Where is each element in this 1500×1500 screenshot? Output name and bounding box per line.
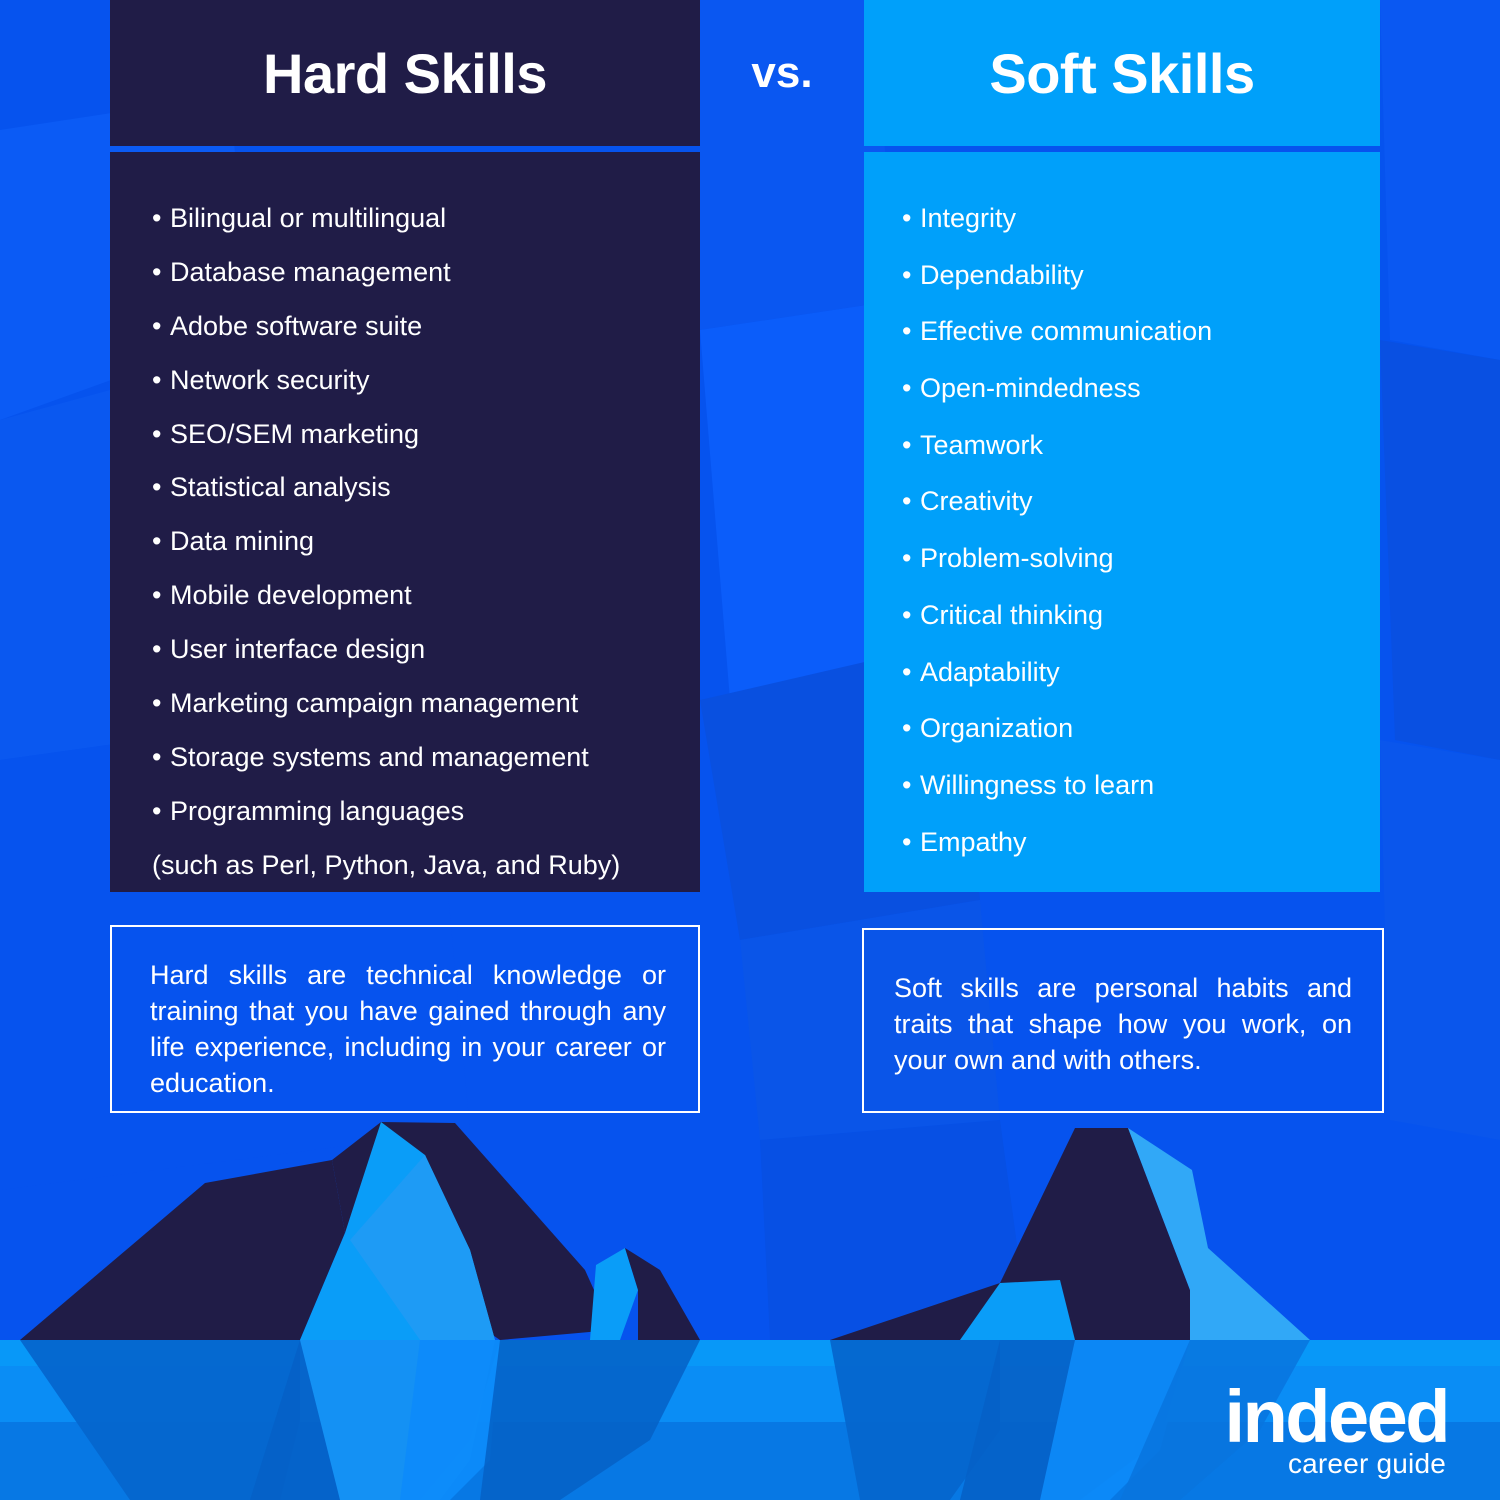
list-item: • Empathy (902, 826, 1212, 858)
soft-skills-list-wrapper: • Integrity • Dependability • Effective commu… (902, 203, 1212, 884)
list-item: • Dependability (902, 259, 1212, 291)
soft-skills-definition-text: Soft skills are personal habits and trai… (894, 973, 1352, 1075)
list-item: • Critical thinking (902, 599, 1212, 631)
indeed-career-guide-logo: indeed career guide (1224, 1374, 1451, 1480)
list-item: • Willingness to learn (902, 769, 1212, 801)
indeed-wordmark: indeed (1224, 1374, 1451, 1458)
bullet-icon: • (902, 769, 912, 800)
list-item-label: Teamwork (920, 429, 1044, 460)
list-item-label: Marketing campaign management (170, 687, 579, 718)
hard-skills-list-wrapper: • Bilingual or multilingual • Database mana… (152, 203, 621, 880)
list-item-label: Storage systems and management (170, 741, 589, 772)
bullet-icon: • (152, 310, 162, 341)
list-item: • Teamwork (902, 429, 1212, 461)
hard-skills-list: • Bilingual or multilingual • Database mana… (152, 203, 620, 827)
hard-skills-panel: • Bilingual or multilingual • Database mana… (110, 152, 700, 892)
bullet-icon: • (152, 364, 162, 395)
bullet-icon: • (902, 543, 912, 574)
hard-skills-definition-box: Hard skills are technical knowledge or t… (110, 925, 700, 1113)
list-item: • SEO/SEM marketing (152, 418, 620, 450)
list-item: • Network security (152, 364, 620, 396)
bullet-icon: • (152, 418, 162, 449)
list-item-label: Dependability (920, 259, 1084, 290)
hard-skills-definition-text: Hard skills are technical knowledge or t… (150, 960, 666, 1098)
bullet-icon: • (902, 599, 912, 630)
list-item-label: Effective communication (920, 316, 1213, 347)
hard-skills-title: Hard Skills (263, 41, 547, 105)
list-item: • Marketing campaign management (152, 687, 620, 719)
soft-skills-panel: • Integrity • Dependability • Effective commu… (864, 152, 1380, 892)
hard-skills-header: Hard Skills (110, 0, 700, 146)
list-item-label: Network security (170, 364, 370, 395)
list-item-label: SEO/SEM marketing (170, 418, 420, 449)
list-item-label: User interface design (170, 634, 426, 664)
list-item-label: Empathy (920, 826, 1027, 857)
list-item-label: Adaptability (920, 656, 1060, 687)
bullet-icon: • (152, 472, 162, 503)
bullet-icon: • (152, 687, 162, 718)
list-item: • Integrity (902, 203, 1212, 234)
list-item: • Effective communication (902, 317, 1212, 347)
bullet-icon: • (902, 373, 912, 404)
list-item: • Adaptability (902, 656, 1212, 688)
bullet-icon: • (902, 429, 912, 460)
infographic-canvas: Hard Skills vs. Soft Skills • Bilingual o… (0, 0, 1500, 1500)
list-item: • Organization (902, 713, 1212, 744)
list-item-label: Organization (920, 713, 1074, 744)
soft-skills-header: Soft Skills (864, 0, 1380, 146)
bullet-icon: • (902, 826, 912, 857)
hard-skills-note: (such as Perl, Python, Java, and Ruby) (152, 849, 621, 880)
list-item: • Data mining (152, 526, 620, 557)
bullet-icon: • (902, 203, 912, 233)
list-item: • Statistical analysis (152, 473, 620, 503)
list-item-label: Creativity (920, 486, 1033, 517)
left-iceberg-dark-left (20, 1160, 345, 1340)
bullet-icon: • (152, 203, 162, 233)
list-item-label: Problem-solving (920, 543, 1114, 574)
bullet-icon: • (152, 256, 162, 287)
list-item: • Open-mindedness (902, 373, 1212, 404)
list-item-label: Mobile development (170, 580, 412, 611)
list-item-label: Statistical analysis (170, 472, 391, 503)
list-item: • Creativity (902, 487, 1212, 517)
list-item-label: Open-mindedness (920, 373, 1141, 404)
versus-separator: vs. (700, 0, 864, 146)
list-item-label: Data mining (170, 526, 315, 557)
list-item-label: Adobe software suite (170, 310, 423, 341)
soft-skills-definition-box: Soft skills are personal habits and trai… (862, 928, 1384, 1113)
bullet-icon: • (902, 486, 912, 517)
soft-skills-title: Soft Skills (989, 41, 1255, 105)
list-item: • Bilingual or multilingual (152, 203, 620, 234)
versus-label: vs. (751, 48, 813, 97)
list-item: • Storage systems and management (152, 741, 620, 773)
list-item: • Programming languages (152, 795, 620, 827)
bullet-icon: • (152, 795, 162, 826)
bullet-icon: • (902, 259, 912, 290)
list-item-label: Willingness to learn (920, 769, 1155, 800)
list-item: • Database management (152, 256, 620, 288)
list-item-label: Integrity (920, 203, 1017, 233)
bullet-icon: • (902, 316, 912, 347)
list-item: • Problem-solving (902, 543, 1212, 574)
list-item: • User interface design (152, 634, 620, 665)
bullet-icon: • (902, 713, 912, 744)
list-item-label: Critical thinking (920, 599, 1104, 630)
list-item: • Mobile development (152, 580, 620, 611)
bullet-icon: • (152, 741, 162, 772)
bullet-icon: • (152, 634, 162, 664)
bullet-icon: • (152, 526, 162, 557)
list-item-label: Database management (170, 256, 451, 287)
soft-skills-list: • Integrity • Dependability • Effective commu… (902, 203, 1212, 858)
list-item-label: Bilingual or multilingual (170, 203, 447, 233)
bullet-icon: • (902, 656, 912, 687)
bullet-icon: • (152, 580, 162, 611)
list-item: • Adobe software suite (152, 310, 620, 342)
list-item-label: Programming languages (170, 795, 465, 826)
